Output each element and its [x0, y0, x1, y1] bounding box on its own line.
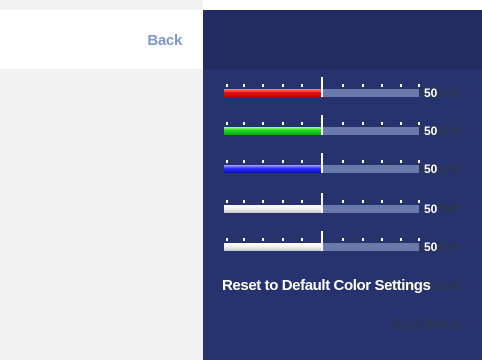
slider-tick: [262, 238, 264, 241]
saturation-slider[interactable]: [224, 230, 420, 260]
slider-tick: [342, 84, 344, 87]
slider-tick: [381, 200, 383, 203]
slider-tick: [400, 200, 402, 203]
slider-tick: [362, 122, 364, 125]
slider-tick: [282, 84, 284, 87]
slider-tick: [301, 160, 303, 163]
slider-tick: [243, 84, 245, 87]
slider-tick: [342, 160, 344, 163]
slider-tick: [381, 84, 383, 87]
red-adjust-slider[interactable]: [224, 76, 420, 106]
slider-tick: [282, 122, 284, 125]
green-adjust-value: 50: [424, 124, 438, 138]
slider-center-tick: [321, 77, 323, 97]
slider-center-tick: [321, 115, 323, 135]
red-adjust-value: 50: [424, 86, 438, 100]
slider-tick: [418, 160, 420, 163]
hue-slider[interactable]: [224, 192, 420, 222]
slider-tick: [262, 160, 264, 163]
slider-tick: [226, 200, 228, 203]
slider-tick: [400, 238, 402, 241]
slider-center-tick: [321, 193, 323, 213]
slider-fill: [224, 205, 322, 213]
slider-tick: [282, 238, 284, 241]
menu-item-exit-menu[interactable]: Exit Menu: [393, 316, 461, 333]
blue-adjust-slider[interactable]: [224, 152, 420, 182]
slider-fill: [224, 165, 322, 173]
slider-tick: [301, 238, 303, 241]
color-reset-description: Reset to Default Color Settings: [222, 277, 431, 294]
settings-panel-header: [203, 10, 482, 69]
slider-tick: [400, 160, 402, 163]
slider-tick: [226, 122, 228, 125]
slider-tick: [282, 160, 284, 163]
hue-value: 50: [424, 202, 438, 216]
slider-tick: [226, 160, 228, 163]
slider-tick: [243, 238, 245, 241]
slider-tick: [400, 84, 402, 87]
blue-adjust-value: 50: [424, 162, 438, 176]
slider-tick: [381, 238, 383, 241]
slider-tick: [362, 200, 364, 203]
slider-tick: [418, 84, 420, 87]
slider-tick: [282, 200, 284, 203]
slider-tick: [342, 200, 344, 203]
slider-tick: [262, 122, 264, 125]
slider-tick: [243, 200, 245, 203]
slider-fill: [224, 127, 322, 135]
slider-tick: [342, 122, 344, 125]
slider-center-tick: [321, 231, 323, 251]
slider-tick: [226, 238, 228, 241]
slider-fill: [224, 89, 322, 97]
green-adjust-slider[interactable]: [224, 114, 420, 144]
slider-tick: [262, 200, 264, 203]
slider-fill: [224, 243, 322, 251]
slider-tick: [362, 238, 364, 241]
slider-tick: [301, 122, 303, 125]
slider-tick: [418, 200, 420, 203]
slider-tick: [418, 122, 420, 125]
slider-tick: [262, 84, 264, 87]
osd-menu: Back Red Adjust Geen Adjust Blue Adjust …: [0, 0, 482, 360]
slider-tick: [362, 160, 364, 163]
slider-tick: [243, 160, 245, 163]
slider-tick: [243, 122, 245, 125]
slider-tick: [400, 122, 402, 125]
slider-tick: [226, 84, 228, 87]
menu-item-hue[interactable]: Hue: [434, 199, 462, 216]
back-label: Back: [147, 32, 182, 49]
slider-tick: [362, 84, 364, 87]
slider-tick: [381, 122, 383, 125]
slider-tick: [381, 160, 383, 163]
slider-tick: [301, 200, 303, 203]
back-button[interactable]: Back: [0, 10, 203, 69]
slider-tick: [301, 84, 303, 87]
slider-tick: [342, 238, 344, 241]
slider-center-tick: [321, 153, 323, 173]
saturation-value: 50: [424, 240, 438, 254]
slider-tick: [418, 238, 420, 241]
